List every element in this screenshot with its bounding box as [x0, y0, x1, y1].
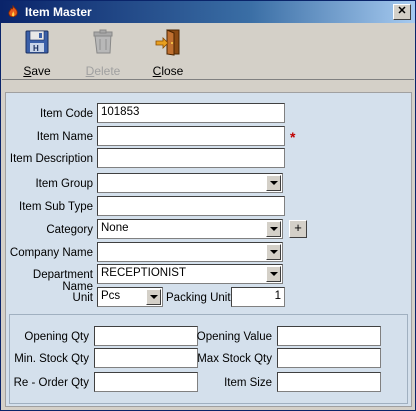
company-name-dropdown[interactable] — [97, 242, 283, 262]
close-icon: ✕ — [397, 5, 407, 17]
item-name-label: Item Name — [36, 131, 93, 143]
window-close-button[interactable]: ✕ — [393, 4, 411, 20]
packing-unit-label: Packing Unit — [166, 292, 231, 304]
item-sub-type-field[interactable] — [97, 196, 285, 216]
packing-unit-field[interactable]: 1 — [231, 287, 285, 307]
item-group-dropdown[interactable] — [97, 173, 283, 193]
opening-value-label: Opening Value — [196, 331, 272, 343]
opening-qty-label: Opening Qty — [24, 331, 89, 343]
chevron-down-icon[interactable] — [266, 266, 281, 282]
required-mark: * — [290, 129, 296, 145]
unit-value: Pcs — [101, 290, 121, 302]
unit-dropdown[interactable]: Pcs — [97, 287, 163, 307]
reorder-qty-field[interactable] — [94, 372, 198, 392]
title-bar[interactable]: Item Master ✕ — [1, 1, 415, 23]
company-name-label: Company Name — [9, 247, 93, 259]
min-stock-qty-field[interactable] — [94, 348, 198, 368]
item-size-label: Item Size — [224, 377, 272, 389]
close-button[interactable]: Close — [143, 26, 193, 78]
chevron-down-icon[interactable] — [146, 289, 161, 305]
save-button[interactable]: H Save — [12, 26, 62, 78]
min-stock-qty-label: Min. Stock Qty — [14, 353, 89, 365]
item-name-field[interactable] — [97, 126, 285, 146]
opening-value-field[interactable] — [277, 326, 381, 346]
close-label: Close — [152, 64, 184, 78]
unit-label: Unit — [72, 292, 93, 304]
item-group-label: Item Group — [35, 178, 93, 190]
chevron-down-icon[interactable] — [266, 221, 281, 237]
item-description-label: Item Description — [9, 153, 93, 165]
category-label: Category — [46, 224, 93, 236]
svg-text:H: H — [33, 44, 39, 53]
exit-door-icon — [155, 29, 180, 56]
department-name-value: RECEPTIONIST — [101, 267, 186, 279]
category-dropdown[interactable]: None — [97, 219, 283, 239]
add-category-button[interactable]: + — [289, 220, 307, 238]
category-value: None — [101, 222, 129, 234]
max-stock-qty-field[interactable] — [277, 348, 381, 368]
chevron-down-icon[interactable] — [266, 244, 281, 260]
chevron-down-icon[interactable] — [266, 175, 281, 191]
max-stock-qty-label: Max Stock Qty — [197, 353, 272, 365]
toolbar: H Save Delete Close — [2, 24, 414, 80]
delete-button[interactable]: Delete — [78, 26, 128, 78]
window-title: Item Master — [25, 5, 92, 19]
save-label: Save — [23, 64, 51, 78]
plus-icon: + — [294, 220, 302, 235]
department-name-label: Department Name — [32, 269, 93, 293]
delete-label: Delete — [85, 64, 121, 78]
item-size-field[interactable] — [277, 372, 381, 392]
reorder-qty-label: Re - Order Qty — [13, 377, 89, 389]
item-master-window: Item Master ✕ H Save Delete Close Item C… — [0, 0, 416, 411]
opening-qty-field[interactable] — [94, 326, 198, 346]
app-flame-icon — [8, 5, 18, 18]
floppy-disk-icon: H — [25, 30, 49, 54]
item-description-field[interactable] — [97, 148, 285, 168]
item-code-field[interactable]: 101853 — [97, 103, 285, 123]
item-code-label: Item Code — [39, 108, 93, 120]
item-sub-type-label: Item Sub Type — [19, 201, 93, 213]
trash-bin-icon — [93, 29, 113, 54]
department-name-dropdown[interactable]: RECEPTIONIST — [97, 264, 283, 284]
